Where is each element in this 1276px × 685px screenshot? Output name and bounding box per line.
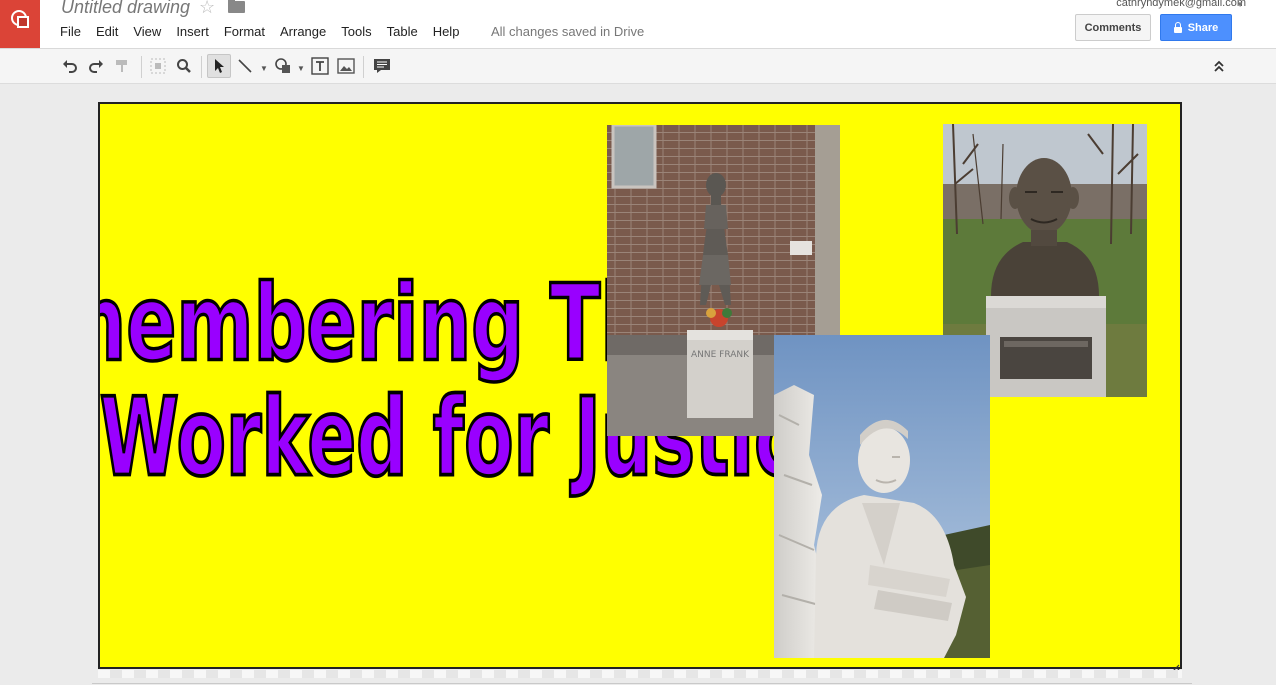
- account-email[interactable]: cathryndymek@gmail.com: [1116, 0, 1246, 9]
- comments-button[interactable]: Comments: [1075, 14, 1151, 41]
- pedestal-inscription: ANNE FRANK: [691, 350, 750, 360]
- menu-format[interactable]: Format: [224, 24, 265, 39]
- undo-icon[interactable]: [58, 54, 82, 78]
- select-icon[interactable]: [207, 54, 231, 78]
- account-chevron-down-icon[interactable]: ▼: [1236, 0, 1244, 9]
- save-status: All changes saved in Drive: [491, 24, 645, 39]
- image-icon[interactable]: [334, 54, 358, 78]
- text-box-icon[interactable]: [308, 54, 332, 78]
- toolbar-divider: [363, 56, 364, 78]
- page-divider: [92, 683, 1192, 684]
- menu-table[interactable]: Table: [387, 24, 418, 39]
- comment-icon[interactable]: [370, 54, 394, 78]
- paint-format-icon[interactable]: [110, 54, 134, 78]
- drawing-canvas[interactable]: Remembering Those Who Worked for Justice…: [98, 102, 1182, 669]
- drawings-logo-icon[interactable]: [0, 0, 40, 48]
- collapse-icon[interactable]: [1207, 54, 1231, 78]
- line-chevron-down-icon[interactable]: ▼: [260, 64, 268, 73]
- line-icon[interactable]: [233, 54, 257, 78]
- zoom-icon[interactable]: [172, 54, 196, 78]
- shape-icon[interactable]: [271, 54, 295, 78]
- share-button[interactable]: Share: [1160, 14, 1232, 41]
- menu-insert[interactable]: Insert: [176, 24, 209, 39]
- star-icon[interactable]: ☆: [199, 0, 215, 18]
- zoom-fit-icon[interactable]: [146, 54, 170, 78]
- share-label: Share: [1187, 21, 1219, 34]
- shape-chevron-down-icon[interactable]: ▼: [297, 64, 305, 73]
- top-bar: Untitled drawing ☆ File Edit View Insert…: [0, 0, 1276, 49]
- document-title[interactable]: Untitled drawing: [61, 0, 190, 18]
- menu-tools[interactable]: Tools: [341, 24, 371, 39]
- mlk-memorial-photo[interactable]: [774, 335, 990, 658]
- menu-bar: File Edit View Insert Format Arrange Too…: [60, 24, 474, 39]
- menu-edit[interactable]: Edit: [96, 24, 118, 39]
- toolbar-divider: [141, 56, 142, 78]
- menu-help[interactable]: Help: [433, 24, 460, 39]
- menu-view[interactable]: View: [133, 24, 161, 39]
- folder-icon[interactable]: [228, 0, 245, 13]
- canvas-bottom-edge: [98, 670, 1182, 678]
- toolbar: ▼ ▼: [0, 49, 1276, 84]
- menu-arrange[interactable]: Arrange: [280, 24, 326, 39]
- lock-icon: [1173, 21, 1182, 33]
- redo-icon[interactable]: [84, 54, 108, 78]
- menu-file[interactable]: File: [60, 24, 81, 39]
- toolbar-divider: [201, 56, 202, 78]
